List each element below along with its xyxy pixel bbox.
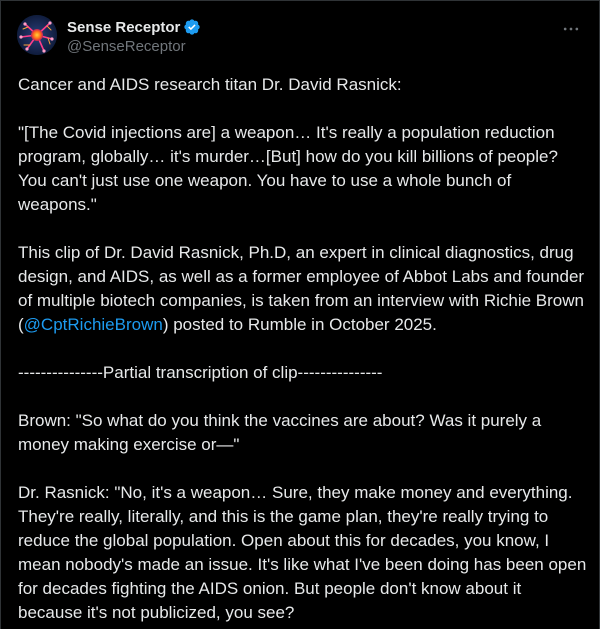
avatar-image <box>17 15 57 55</box>
post: Sense Receptor @SenseReceptor Cancer and… <box>0 0 600 629</box>
post-bio: This clip of Dr. David Rasnick, Ph.D, an… <box>18 241 588 337</box>
verified-badge-icon[interactable] <box>183 18 201 36</box>
transcription-divider: ---------------Partial transcription of … <box>18 363 383 382</box>
mention-link[interactable]: @CptRichieBrown <box>24 315 163 334</box>
post-quote: "[The Covid injections are] a weapon… It… <box>18 123 558 214</box>
author-block: Sense Receptor @SenseReceptor <box>67 17 201 55</box>
more-options-icon[interactable] <box>561 19 581 39</box>
post-header: Sense Receptor @SenseReceptor <box>17 15 583 59</box>
post-bio-after: ) posted to Rumble in October 2025. <box>162 315 437 334</box>
display-name[interactable]: Sense Receptor <box>67 19 180 36</box>
brown-question: Brown: "So what do you think the vaccine… <box>18 411 542 454</box>
post-body: Cancer and AIDS research titan Dr. David… <box>18 73 588 625</box>
avatar[interactable] <box>17 15 57 55</box>
post-intro: Cancer and AIDS research titan Dr. David… <box>18 75 402 94</box>
rasnick-answer: Dr. Rasnick: "No, it's a weapon… Sure, t… <box>18 483 587 622</box>
author-handle[interactable]: @SenseReceptor <box>67 38 201 55</box>
name-row: Sense Receptor <box>67 17 201 37</box>
